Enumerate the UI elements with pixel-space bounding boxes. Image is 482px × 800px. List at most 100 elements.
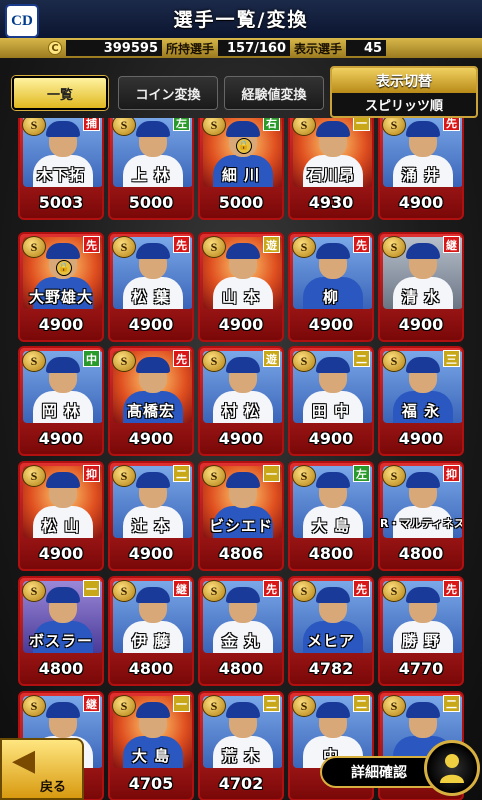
cap-shape [46, 472, 80, 488]
player-card[interactable]: S 先髙橋宏 4900 [108, 346, 194, 456]
player-card[interactable]: S 中岡 林 4900 [18, 346, 104, 456]
rank-s-icon: S [22, 465, 46, 487]
cap-shape [406, 243, 440, 259]
cap-shape [226, 587, 260, 603]
person-button[interactable] [424, 740, 480, 796]
spirits-value: 4770 [398, 659, 444, 678]
player-name: 柳 [322, 288, 339, 306]
cap-shape [406, 121, 440, 137]
player-card[interactable]: S 一ビシエド 4806 [198, 461, 284, 571]
player-name: 涌 井 [401, 166, 441, 184]
back-arrow-icon: ◀ [12, 743, 36, 778]
position-badge: 先 [83, 236, 100, 253]
player-card[interactable]: S 遊山 本 4900 [198, 232, 284, 342]
player-card[interactable]: S 遊村 松 4900 [198, 346, 284, 456]
spirits-value: 4900 [398, 429, 444, 448]
back-button[interactable]: ◀ 戻る [0, 738, 84, 800]
position-badge: 三 [443, 350, 460, 367]
rank-s-icon: S [112, 465, 136, 487]
player-name: 木下拓 [36, 166, 85, 184]
spirits-value: 4900 [128, 315, 174, 334]
detail-confirm-button[interactable]: 詳細確認 [320, 756, 438, 788]
player-card[interactable]: S 抑松 山 4900 [18, 461, 104, 571]
spirits-value: 4800 [308, 544, 354, 563]
player-card[interactable]: S 右 🔒 細 川 5000 [198, 118, 284, 220]
rank-s-icon: S [382, 580, 406, 602]
player-name: 金 丸 [221, 632, 261, 650]
player-card[interactable]: S 左大 島 4800 [288, 461, 374, 571]
spirits-value: 4900 [38, 429, 84, 448]
display-switch-button[interactable]: 表示切替 スピリッツ順 [330, 66, 478, 118]
player-card[interactable]: S 先松 葉 4900 [108, 232, 194, 342]
player-name: 松 山 [41, 517, 81, 535]
position-badge: 先 [353, 236, 370, 253]
player-card[interactable]: S 先 🔒 大野雄大 4900 [18, 232, 104, 342]
rank-s-icon: S [112, 695, 136, 717]
shown-players-label: 表示選手 [294, 41, 343, 56]
spirits-value: 4800 [128, 659, 174, 678]
cap-shape [406, 357, 440, 373]
player-card[interactable]: S 捕木下拓 5003 [18, 118, 104, 220]
position-badge: 先 [173, 350, 190, 367]
spirits-value: 4900 [38, 315, 84, 334]
position-badge: 捕 [83, 118, 100, 131]
player-card[interactable]: S 抑 R・マルティネス 4800 [378, 461, 464, 571]
spirits-value: 4800 [398, 544, 444, 563]
player-card[interactable]: S 先金 丸 4800 [198, 576, 284, 686]
rank-s-icon: S [292, 350, 316, 372]
player-name: 上 林 [131, 166, 171, 184]
rank-s-icon: S [112, 350, 136, 372]
player-card[interactable]: S左上 林 5000 [108, 118, 194, 220]
cap-shape [226, 702, 260, 718]
player-card[interactable]: S 二荒 木 4702 [198, 691, 284, 800]
position-badge: 一 [263, 465, 280, 482]
tab-list[interactable]: 一覧 [12, 76, 108, 110]
spirits-value: 4900 [38, 544, 84, 563]
display-switch-label: 表示切替 [332, 68, 476, 93]
rank-s-icon: S [202, 236, 226, 258]
player-name: ボスラー [28, 632, 93, 650]
owned-players-label: 所持選手 [166, 41, 215, 56]
player-card[interactable]: S 一石川昂 4930 [288, 118, 374, 220]
position-badge: 先 [443, 580, 460, 597]
cap-shape [136, 587, 170, 603]
position-badge: 中 [83, 350, 100, 367]
player-card[interactable]: S先涌 井 4900 [378, 118, 464, 220]
player-name: 岡 林 [41, 402, 81, 420]
player-name: 荒 木 [221, 747, 261, 765]
spirits-value: 4900 [398, 315, 444, 334]
cap-shape [226, 243, 260, 259]
player-card[interactable]: S 二辻 本 4900 [108, 461, 194, 571]
player-card[interactable]: S 先勝 野 4770 [378, 576, 464, 686]
cap-shape [136, 243, 170, 259]
player-card[interactable]: S 継清 水 4900 [378, 232, 464, 342]
rank-s-icon: S [292, 465, 316, 487]
player-card[interactable]: S 一大 島 4705 [108, 691, 194, 800]
cap-shape [316, 472, 350, 488]
cap-shape [46, 702, 80, 718]
player-card[interactable]: S 先メヒア 4782 [288, 576, 374, 686]
position-badge: 継 [83, 695, 100, 712]
position-badge: 先 [353, 580, 370, 597]
tab-exp-convert[interactable]: 経験値変換 [224, 76, 324, 110]
player-card[interactable]: S 一ボスラー 4800 [18, 576, 104, 686]
rank-s-icon: S [22, 350, 46, 372]
spirits-value: 4900 [308, 315, 354, 334]
position-badge: 先 [443, 118, 460, 131]
back-label: 戻る [40, 780, 67, 795]
player-card[interactable]: S 先柳 4900 [288, 232, 374, 342]
player-card[interactable]: S 継伊 藤 4800 [108, 576, 194, 686]
spirits-value: 4900 [128, 429, 174, 448]
rank-s-icon: S [382, 350, 406, 372]
lock-icon: 🔒 [236, 138, 252, 154]
spirits-value: 5003 [38, 193, 84, 212]
player-card[interactable]: S 三福 永 4900 [378, 346, 464, 456]
player-card[interactable]: S 二田 中 4900 [288, 346, 374, 456]
coin-count: 399595 [66, 40, 162, 56]
rank-s-icon: S [202, 350, 226, 372]
cap-shape [406, 702, 440, 718]
tab-coin-convert[interactable]: コイン変換 [118, 76, 218, 110]
position-badge: 先 [263, 580, 280, 597]
position-badge: 抑 [83, 465, 100, 482]
cap-shape [316, 121, 350, 137]
